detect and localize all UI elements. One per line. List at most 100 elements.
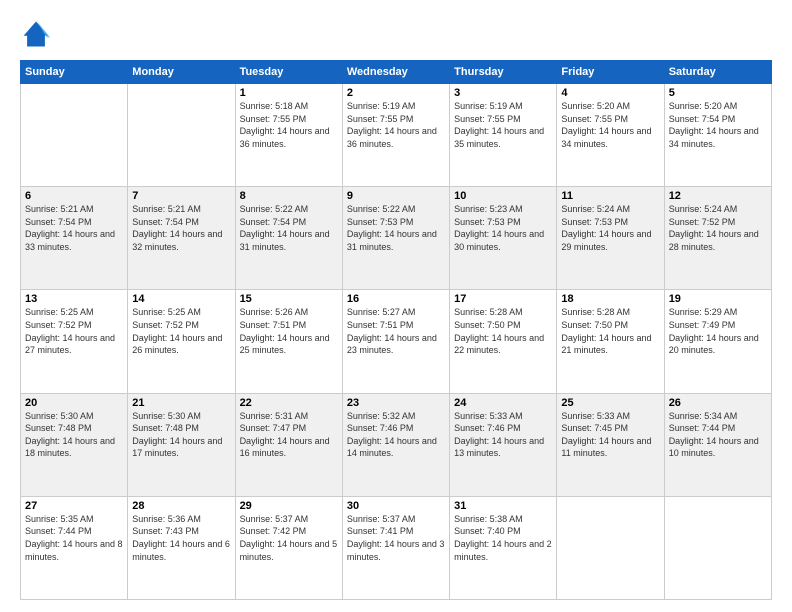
calendar-cell: 1Sunrise: 5:18 AM Sunset: 7:55 PM Daylig… (235, 84, 342, 187)
weekday-header-monday: Monday (128, 61, 235, 84)
calendar-cell: 17Sunrise: 5:28 AM Sunset: 7:50 PM Dayli… (450, 290, 557, 393)
calendar-week-row: 27Sunrise: 5:35 AM Sunset: 7:44 PM Dayli… (21, 496, 772, 599)
calendar-cell: 16Sunrise: 5:27 AM Sunset: 7:51 PM Dayli… (342, 290, 449, 393)
calendar-cell: 2Sunrise: 5:19 AM Sunset: 7:55 PM Daylig… (342, 84, 449, 187)
day-number: 24 (454, 397, 552, 409)
day-number: 27 (25, 500, 123, 512)
cell-content: Sunrise: 5:34 AM Sunset: 7:44 PM Dayligh… (669, 410, 767, 460)
weekday-header-wednesday: Wednesday (342, 61, 449, 84)
day-number: 6 (25, 190, 123, 202)
calendar-cell: 20Sunrise: 5:30 AM Sunset: 7:48 PM Dayli… (21, 393, 128, 496)
calendar-cell: 23Sunrise: 5:32 AM Sunset: 7:46 PM Dayli… (342, 393, 449, 496)
cell-content: Sunrise: 5:30 AM Sunset: 7:48 PM Dayligh… (25, 410, 123, 460)
day-number: 23 (347, 397, 445, 409)
day-number: 18 (561, 293, 659, 305)
weekday-header-row: SundayMondayTuesdayWednesdayThursdayFrid… (21, 61, 772, 84)
day-number: 9 (347, 190, 445, 202)
cell-content: Sunrise: 5:24 AM Sunset: 7:52 PM Dayligh… (669, 203, 767, 253)
day-number: 19 (669, 293, 767, 305)
cell-content: Sunrise: 5:22 AM Sunset: 7:54 PM Dayligh… (240, 203, 338, 253)
calendar-cell: 21Sunrise: 5:30 AM Sunset: 7:48 PM Dayli… (128, 393, 235, 496)
calendar-cell: 29Sunrise: 5:37 AM Sunset: 7:42 PM Dayli… (235, 496, 342, 599)
day-number: 10 (454, 190, 552, 202)
cell-content: Sunrise: 5:37 AM Sunset: 7:41 PM Dayligh… (347, 513, 445, 563)
calendar-cell: 26Sunrise: 5:34 AM Sunset: 7:44 PM Dayli… (664, 393, 771, 496)
cell-content: Sunrise: 5:31 AM Sunset: 7:47 PM Dayligh… (240, 410, 338, 460)
day-number: 15 (240, 293, 338, 305)
cell-content: Sunrise: 5:21 AM Sunset: 7:54 PM Dayligh… (25, 203, 123, 253)
calendar-cell: 27Sunrise: 5:35 AM Sunset: 7:44 PM Dayli… (21, 496, 128, 599)
cell-content: Sunrise: 5:18 AM Sunset: 7:55 PM Dayligh… (240, 100, 338, 150)
day-number: 1 (240, 87, 338, 99)
calendar-cell (557, 496, 664, 599)
cell-content: Sunrise: 5:26 AM Sunset: 7:51 PM Dayligh… (240, 306, 338, 356)
day-number: 17 (454, 293, 552, 305)
weekday-header-tuesday: Tuesday (235, 61, 342, 84)
calendar-cell: 5Sunrise: 5:20 AM Sunset: 7:54 PM Daylig… (664, 84, 771, 187)
cell-content: Sunrise: 5:20 AM Sunset: 7:54 PM Dayligh… (669, 100, 767, 150)
calendar-cell: 14Sunrise: 5:25 AM Sunset: 7:52 PM Dayli… (128, 290, 235, 393)
day-number: 14 (132, 293, 230, 305)
calendar-week-row: 20Sunrise: 5:30 AM Sunset: 7:48 PM Dayli… (21, 393, 772, 496)
cell-content: Sunrise: 5:21 AM Sunset: 7:54 PM Dayligh… (132, 203, 230, 253)
day-number: 3 (454, 87, 552, 99)
calendar-cell: 6Sunrise: 5:21 AM Sunset: 7:54 PM Daylig… (21, 187, 128, 290)
calendar-cell (128, 84, 235, 187)
day-number: 5 (669, 87, 767, 99)
weekday-header-friday: Friday (557, 61, 664, 84)
cell-content: Sunrise: 5:25 AM Sunset: 7:52 PM Dayligh… (132, 306, 230, 356)
calendar-cell: 31Sunrise: 5:38 AM Sunset: 7:40 PM Dayli… (450, 496, 557, 599)
calendar-cell: 18Sunrise: 5:28 AM Sunset: 7:50 PM Dayli… (557, 290, 664, 393)
calendar-cell: 22Sunrise: 5:31 AM Sunset: 7:47 PM Dayli… (235, 393, 342, 496)
cell-content: Sunrise: 5:38 AM Sunset: 7:40 PM Dayligh… (454, 513, 552, 563)
cell-content: Sunrise: 5:33 AM Sunset: 7:45 PM Dayligh… (561, 410, 659, 460)
calendar-week-row: 1Sunrise: 5:18 AM Sunset: 7:55 PM Daylig… (21, 84, 772, 187)
day-number: 7 (132, 190, 230, 202)
cell-content: Sunrise: 5:28 AM Sunset: 7:50 PM Dayligh… (561, 306, 659, 356)
calendar-table: SundayMondayTuesdayWednesdayThursdayFrid… (20, 60, 772, 600)
cell-content: Sunrise: 5:30 AM Sunset: 7:48 PM Dayligh… (132, 410, 230, 460)
header (20, 18, 772, 50)
calendar-cell: 12Sunrise: 5:24 AM Sunset: 7:52 PM Dayli… (664, 187, 771, 290)
day-number: 31 (454, 500, 552, 512)
calendar-cell: 7Sunrise: 5:21 AM Sunset: 7:54 PM Daylig… (128, 187, 235, 290)
calendar-cell (21, 84, 128, 187)
cell-content: Sunrise: 5:33 AM Sunset: 7:46 PM Dayligh… (454, 410, 552, 460)
calendar-week-row: 13Sunrise: 5:25 AM Sunset: 7:52 PM Dayli… (21, 290, 772, 393)
cell-content: Sunrise: 5:19 AM Sunset: 7:55 PM Dayligh… (454, 100, 552, 150)
cell-content: Sunrise: 5:36 AM Sunset: 7:43 PM Dayligh… (132, 513, 230, 563)
day-number: 2 (347, 87, 445, 99)
calendar-cell: 25Sunrise: 5:33 AM Sunset: 7:45 PM Dayli… (557, 393, 664, 496)
day-number: 29 (240, 500, 338, 512)
calendar-cell: 9Sunrise: 5:22 AM Sunset: 7:53 PM Daylig… (342, 187, 449, 290)
cell-content: Sunrise: 5:35 AM Sunset: 7:44 PM Dayligh… (25, 513, 123, 563)
day-number: 11 (561, 190, 659, 202)
cell-content: Sunrise: 5:19 AM Sunset: 7:55 PM Dayligh… (347, 100, 445, 150)
calendar-cell: 30Sunrise: 5:37 AM Sunset: 7:41 PM Dayli… (342, 496, 449, 599)
cell-content: Sunrise: 5:27 AM Sunset: 7:51 PM Dayligh… (347, 306, 445, 356)
cell-content: Sunrise: 5:25 AM Sunset: 7:52 PM Dayligh… (25, 306, 123, 356)
calendar-cell: 11Sunrise: 5:24 AM Sunset: 7:53 PM Dayli… (557, 187, 664, 290)
logo (20, 18, 58, 50)
cell-content: Sunrise: 5:22 AM Sunset: 7:53 PM Dayligh… (347, 203, 445, 253)
weekday-header-saturday: Saturday (664, 61, 771, 84)
calendar-cell: 4Sunrise: 5:20 AM Sunset: 7:55 PM Daylig… (557, 84, 664, 187)
logo-icon (20, 18, 52, 50)
calendar-week-row: 6Sunrise: 5:21 AM Sunset: 7:54 PM Daylig… (21, 187, 772, 290)
day-number: 26 (669, 397, 767, 409)
calendar-cell: 19Sunrise: 5:29 AM Sunset: 7:49 PM Dayli… (664, 290, 771, 393)
cell-content: Sunrise: 5:24 AM Sunset: 7:53 PM Dayligh… (561, 203, 659, 253)
cell-content: Sunrise: 5:20 AM Sunset: 7:55 PM Dayligh… (561, 100, 659, 150)
cell-content: Sunrise: 5:29 AM Sunset: 7:49 PM Dayligh… (669, 306, 767, 356)
day-number: 4 (561, 87, 659, 99)
calendar-cell: 28Sunrise: 5:36 AM Sunset: 7:43 PM Dayli… (128, 496, 235, 599)
calendar-cell: 8Sunrise: 5:22 AM Sunset: 7:54 PM Daylig… (235, 187, 342, 290)
cell-content: Sunrise: 5:32 AM Sunset: 7:46 PM Dayligh… (347, 410, 445, 460)
calendar-cell: 15Sunrise: 5:26 AM Sunset: 7:51 PM Dayli… (235, 290, 342, 393)
cell-content: Sunrise: 5:23 AM Sunset: 7:53 PM Dayligh… (454, 203, 552, 253)
calendar-cell: 13Sunrise: 5:25 AM Sunset: 7:52 PM Dayli… (21, 290, 128, 393)
day-number: 28 (132, 500, 230, 512)
day-number: 16 (347, 293, 445, 305)
calendar-cell (664, 496, 771, 599)
day-number: 12 (669, 190, 767, 202)
